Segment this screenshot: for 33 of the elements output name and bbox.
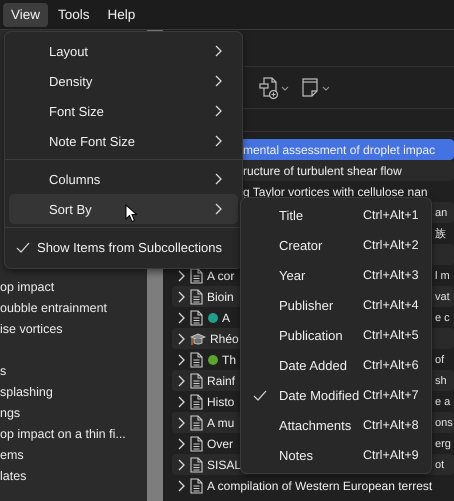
- item-column-text: 族: [435, 227, 447, 241]
- shortcut-text: Ctrl+Alt+6: [363, 358, 419, 372]
- shortcut-text: Ctrl+Alt+4: [363, 298, 419, 312]
- item-column-text: e a: [435, 396, 452, 408]
- item-title: Histo: [207, 394, 234, 408]
- shortcut-text: Ctrl+Alt+5: [363, 328, 419, 342]
- shortcut-text: Ctrl+Alt+3: [363, 268, 419, 282]
- item-title: Rhéo: [210, 332, 239, 346]
- item-title: SISAL: [207, 458, 242, 472]
- item-column-text: an: [435, 206, 448, 218]
- item-column-text: sh: [435, 374, 448, 386]
- item-title: Bioin: [207, 290, 234, 304]
- item-column-text: erg: [435, 438, 452, 450]
- shortcut-text: Ctrl+Alt+8: [363, 418, 419, 432]
- shortcut-text: Ctrl+Alt+9: [363, 448, 419, 462]
- item-title: A: [222, 310, 230, 324]
- item-column-text: of: [435, 354, 446, 366]
- item-title: A compilation of Western European terrest: [207, 478, 432, 492]
- item-title: mental assessment of droplet impac: [243, 142, 436, 156]
- item-title: Th: [222, 352, 236, 366]
- item-title: A cor: [207, 268, 234, 282]
- item-title: ructure of turbulent shear flow: [243, 164, 402, 178]
- item-title: A mu: [207, 416, 234, 430]
- shortcut-text: Ctrl+Alt+1: [363, 208, 419, 222]
- item-column-text: ons: [435, 416, 454, 428]
- shortcut-text: Ctrl+Alt+2: [363, 238, 419, 252]
- item-column-text: l m: [435, 270, 451, 282]
- item-column-text: ot: [435, 458, 446, 470]
- item-title: Rainf: [207, 374, 236, 388]
- item-title: Over: [207, 436, 234, 450]
- shortcut-text: Ctrl+Alt+7: [363, 388, 419, 402]
- item-column-text: vat: [435, 290, 451, 302]
- item-column-text: e c: [435, 312, 451, 324]
